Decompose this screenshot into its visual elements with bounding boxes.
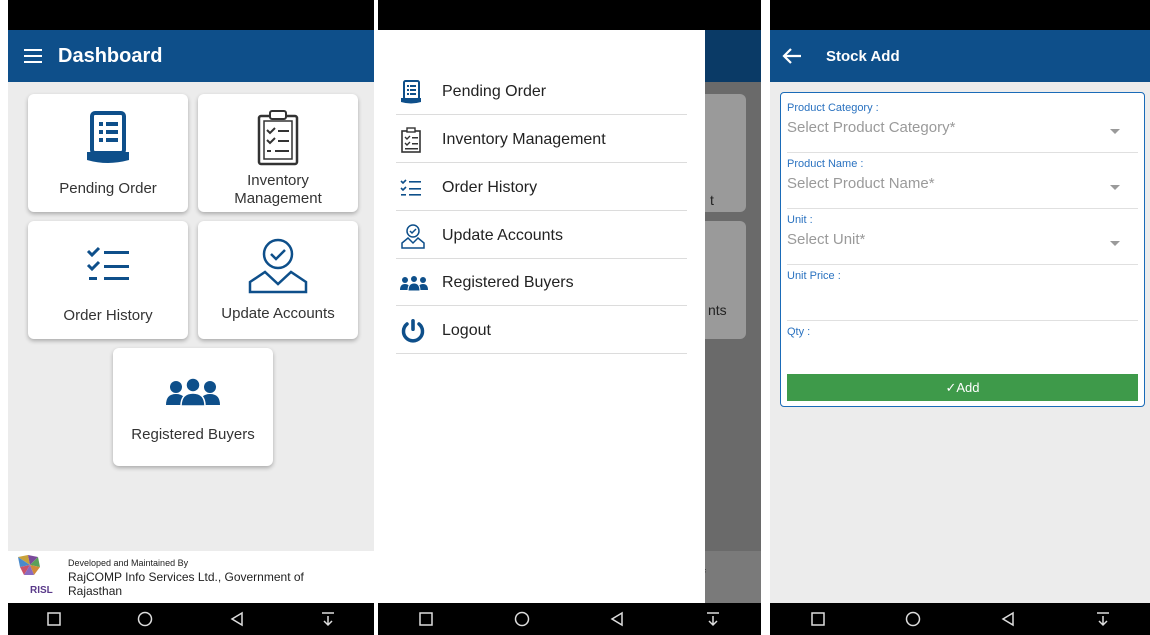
update-accounts-card[interactable]: Update Accounts bbox=[198, 221, 358, 339]
notification-pulldown-icon[interactable] bbox=[306, 603, 350, 635]
card-label: Pending Order bbox=[59, 180, 157, 197]
registered-buyers-card[interactable]: Registered Buyers bbox=[113, 348, 273, 466]
card-label: Update Accounts bbox=[221, 305, 335, 322]
drawer-item-label: Registered Buyers bbox=[442, 273, 574, 291]
back-nav-icon[interactable] bbox=[215, 603, 259, 635]
page-title: Dashboard bbox=[58, 44, 163, 67]
status-bar bbox=[378, 0, 761, 30]
unit-select[interactable]: Unit : Select Unit* bbox=[787, 209, 1138, 265]
recent-apps-icon[interactable] bbox=[32, 603, 76, 635]
drawer-item-logout[interactable]: Logout bbox=[396, 308, 687, 354]
add-button[interactable]: ✓Add bbox=[787, 374, 1138, 401]
field-label: Qty : bbox=[787, 326, 811, 338]
update-accounts-icon bbox=[396, 223, 442, 249]
qty-input[interactable]: Qty : bbox=[787, 321, 1138, 377]
drawer-item-registered-buyers[interactable]: Registered Buyers bbox=[396, 260, 687, 306]
system-nav-bar bbox=[8, 603, 374, 635]
notification-pulldown-icon[interactable] bbox=[691, 603, 735, 635]
drawer-item-label: Inventory Management bbox=[442, 130, 606, 148]
order-history-icon bbox=[85, 235, 131, 295]
system-nav-bar bbox=[378, 603, 761, 635]
field-value: Select Unit* bbox=[787, 231, 866, 248]
home-icon[interactable] bbox=[891, 603, 935, 635]
order-history-card[interactable]: Order History bbox=[28, 221, 188, 339]
recent-apps-icon[interactable] bbox=[404, 603, 448, 635]
dropdown-caret-icon bbox=[1110, 241, 1120, 246]
footer-line-1: Developed and Maintained By bbox=[68, 558, 189, 568]
status-bar bbox=[8, 0, 374, 30]
drawer-item-order-history[interactable]: Order History bbox=[396, 165, 687, 211]
pending-order-icon bbox=[396, 79, 442, 104]
dropdown-caret-icon bbox=[1110, 185, 1120, 190]
back-nav-icon[interactable] bbox=[986, 603, 1030, 635]
product-category-select[interactable]: Product Category : Select Product Catego… bbox=[787, 97, 1138, 153]
dimmed-text: nts bbox=[708, 302, 727, 318]
field-label: Product Category : bbox=[787, 102, 879, 114]
drawer-item-label: Logout bbox=[442, 321, 491, 339]
home-icon[interactable] bbox=[123, 603, 167, 635]
drawer-screen: t nts of Pending Order Inventory Managem… bbox=[378, 0, 761, 635]
drawer-item-label: Update Accounts bbox=[442, 226, 563, 244]
registered-buyers-icon bbox=[165, 368, 221, 416]
inventory-icon bbox=[253, 108, 303, 168]
dashboard-screen: Dashboard Pending Order Inventory Manage… bbox=[8, 0, 374, 635]
home-icon[interactable] bbox=[500, 603, 544, 635]
dimmed-text: t bbox=[710, 192, 714, 208]
footer-line-2: RajCOMP Info Services Ltd., Government o… bbox=[68, 570, 304, 584]
pending-order-icon bbox=[83, 108, 133, 168]
card-label: Order History bbox=[63, 307, 153, 324]
stock-add-screen: Stock Add Product Category : Select Prod… bbox=[770, 0, 1150, 635]
system-nav-bar bbox=[770, 603, 1150, 635]
app-bar: Dashboard bbox=[8, 30, 374, 82]
status-bar bbox=[770, 0, 1150, 30]
drawer-item-pending-order[interactable]: Pending Order bbox=[396, 69, 687, 115]
app-bar: Stock Add bbox=[770, 30, 1150, 82]
order-history-icon bbox=[396, 178, 442, 198]
back-arrow-icon[interactable] bbox=[770, 30, 814, 82]
drawer-item-label: Order History bbox=[442, 178, 538, 196]
product-name-select[interactable]: Product Name : Select Product Name* bbox=[787, 153, 1138, 209]
back-nav-icon[interactable] bbox=[595, 603, 639, 635]
hamburger-menu-icon[interactable] bbox=[8, 30, 58, 82]
inventory-management-card[interactable]: Inventory Management bbox=[198, 94, 358, 212]
pending-order-card[interactable]: Pending Order bbox=[28, 94, 188, 212]
card-label: Inventory Management bbox=[234, 172, 322, 207]
risl-logo: RISL bbox=[8, 551, 68, 603]
inventory-icon bbox=[396, 126, 442, 153]
field-value: Select Product Category* bbox=[787, 119, 956, 136]
field-label: Unit : bbox=[787, 214, 813, 226]
field-value: Select Product Name* bbox=[787, 175, 935, 192]
footer-line-3: Rajasthan bbox=[68, 584, 123, 598]
dropdown-caret-icon bbox=[1110, 129, 1120, 134]
page-title: Stock Add bbox=[826, 47, 900, 65]
recent-apps-icon[interactable] bbox=[796, 603, 840, 635]
stock-add-form: Product Category : Select Product Catego… bbox=[780, 92, 1145, 407]
navigation-drawer: Pending Order Inventory Management Order… bbox=[378, 30, 705, 603]
field-label: Unit Price : bbox=[787, 270, 841, 282]
field-label: Product Name : bbox=[787, 158, 864, 170]
card-label: Registered Buyers bbox=[131, 426, 255, 443]
registered-buyers-icon bbox=[396, 274, 442, 291]
logo-text: RISL bbox=[30, 585, 53, 596]
drawer-item-inventory-management[interactable]: Inventory Management bbox=[396, 117, 687, 163]
drawer-item-label: Pending Order bbox=[442, 82, 547, 100]
footer: RISL Developed and Maintained By RajCOMP… bbox=[8, 551, 374, 603]
drawer-item-update-accounts[interactable]: Update Accounts bbox=[396, 213, 687, 259]
notification-pulldown-icon[interactable] bbox=[1081, 603, 1125, 635]
unit-price-input[interactable]: Unit Price : bbox=[787, 265, 1138, 321]
logout-icon bbox=[396, 318, 442, 344]
update-accounts-icon bbox=[247, 235, 309, 295]
